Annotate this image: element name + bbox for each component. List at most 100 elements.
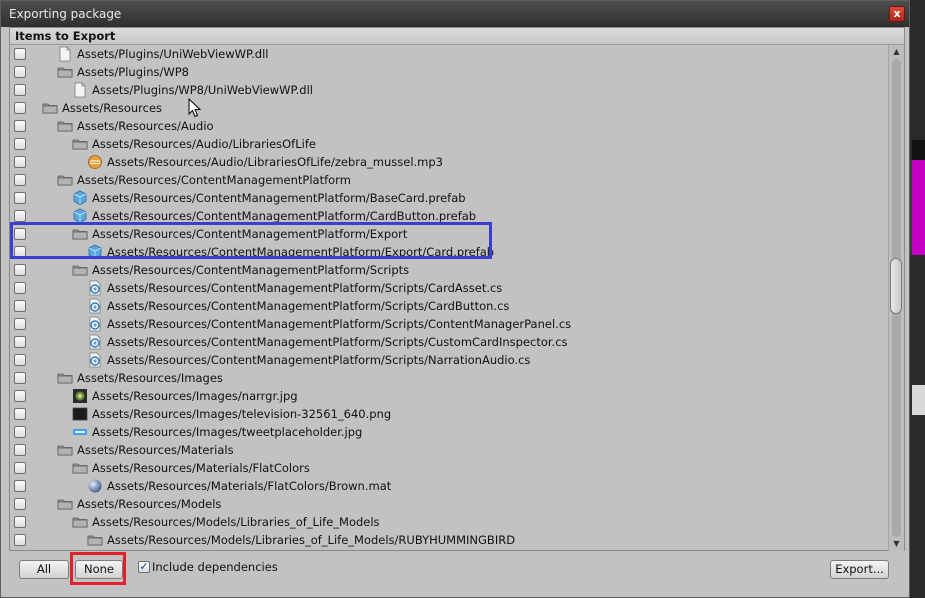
vertical-scrollbar[interactable]: ▲ ▼ bbox=[888, 45, 904, 551]
export-checkbox[interactable] bbox=[14, 480, 26, 492]
export-checkbox[interactable] bbox=[14, 516, 26, 528]
export-checkbox[interactable] bbox=[14, 426, 26, 438]
export-checkbox[interactable] bbox=[14, 444, 26, 456]
tree-row-label: Assets/Resources/Models/Libraries_of_Lif… bbox=[107, 533, 516, 547]
export-checkbox[interactable] bbox=[14, 462, 26, 474]
tree-row[interactable]: Assets/Resources/Models/Libraries_of_Lif… bbox=[10, 531, 888, 549]
export-checkbox[interactable] bbox=[14, 300, 26, 312]
export-checkbox[interactable] bbox=[14, 102, 26, 114]
export-checkbox[interactable] bbox=[14, 282, 26, 294]
export-checkbox[interactable] bbox=[14, 498, 26, 510]
export-checkbox[interactable] bbox=[14, 228, 26, 240]
svg-text:#: # bbox=[93, 287, 97, 293]
svg-text:#: # bbox=[93, 359, 97, 365]
tree-row-label: Assets/Resources/Models/Libraries_of_Lif… bbox=[92, 515, 380, 529]
tree-row-label: Assets/Resources/ContentManagementPlatfo… bbox=[107, 281, 503, 295]
close-button[interactable]: x bbox=[889, 6, 905, 22]
tree-row[interactable]: # Assets/Resources/ContentManagementPlatf… bbox=[10, 333, 888, 351]
tree-row[interactable]: Assets/Resources/Materials bbox=[10, 441, 888, 459]
export-checkbox[interactable] bbox=[14, 120, 26, 132]
export-button[interactable]: Export... bbox=[830, 560, 889, 579]
export-checkbox[interactable] bbox=[14, 354, 26, 366]
tree-row[interactable]: Assets/Resources/Models/Libraries_of_Lif… bbox=[10, 513, 888, 531]
tree-row[interactable]: Assets/Resources/Images/television-32561… bbox=[10, 405, 888, 423]
all-button[interactable]: All bbox=[19, 560, 69, 579]
tree-row[interactable]: Assets/Plugins/UniWebViewWP.dll bbox=[10, 45, 888, 63]
tree-row-label: Assets/Plugins/UniWebViewWP.dll bbox=[77, 47, 269, 61]
tree-row[interactable]: Assets/Resources/Materials/FlatColors bbox=[10, 459, 888, 477]
scroll-thumb[interactable] bbox=[890, 258, 902, 314]
folder-icon bbox=[57, 118, 73, 134]
export-checkbox[interactable] bbox=[14, 318, 26, 330]
export-checkbox[interactable] bbox=[14, 156, 26, 168]
folder-icon bbox=[57, 370, 73, 386]
background-app-magenta bbox=[910, 160, 925, 255]
tree-row-label: Assets/Resources/Models bbox=[77, 497, 222, 511]
export-checkbox[interactable] bbox=[14, 534, 26, 546]
prefab-icon bbox=[87, 244, 103, 260]
export-checkbox[interactable] bbox=[14, 246, 26, 258]
tree-row[interactable]: Assets/Resources/ContentManagementPlatfo… bbox=[10, 225, 888, 243]
tree-row-label: Assets/Resources/ContentManagementPlatfo… bbox=[92, 263, 410, 277]
tree-row-label: Assets/Resources/Images/television-32561… bbox=[92, 407, 392, 421]
export-checkbox[interactable] bbox=[14, 66, 26, 78]
tree-row[interactable]: Assets/Resources/Images/tweetplaceholder… bbox=[10, 423, 888, 441]
prefab-icon bbox=[72, 190, 88, 206]
tree-row[interactable]: # Assets/Resources/ContentManagementPlatf… bbox=[10, 315, 888, 333]
none-button[interactable]: None bbox=[75, 560, 123, 579]
export-package-dialog: Exporting package x Items to Export Asse… bbox=[0, 0, 910, 598]
tree-row[interactable]: Assets/Resources/ContentManagementPlatfo… bbox=[10, 261, 888, 279]
mouse-cursor-icon bbox=[188, 98, 202, 118]
folder-icon bbox=[72, 226, 88, 242]
tree-row[interactable]: Assets/Plugins/WP8 bbox=[10, 63, 888, 81]
tree-row[interactable]: Assets/Resources/Images bbox=[10, 369, 888, 387]
tree-row-label: Assets/Resources/Images bbox=[77, 371, 223, 385]
prefab-icon bbox=[72, 208, 88, 224]
tree-row-label: Assets/Resources/Materials bbox=[77, 443, 234, 457]
tree-row[interactable]: Assets/Resources bbox=[10, 99, 888, 117]
tree-row[interactable]: Assets/Resources/Models bbox=[10, 495, 888, 513]
tree-row[interactable]: Assets/Resources/ContentManagementPlatfo… bbox=[10, 189, 888, 207]
export-checkbox[interactable] bbox=[14, 48, 26, 60]
export-checkbox[interactable] bbox=[14, 138, 26, 150]
csharp-icon: # bbox=[87, 316, 103, 332]
file-icon bbox=[72, 82, 88, 98]
background-app-light bbox=[912, 385, 925, 415]
export-checkbox[interactable] bbox=[14, 174, 26, 186]
svg-text:#: # bbox=[93, 341, 97, 347]
csharp-icon: # bbox=[87, 352, 103, 368]
tree-row-label: Assets/Resources/Materials/FlatColors bbox=[92, 461, 310, 475]
include-dependencies-label: Include dependencies bbox=[152, 560, 278, 574]
tree-row-label: Assets/Plugins/WP8/UniWebViewWP.dll bbox=[92, 83, 313, 97]
export-checkbox[interactable] bbox=[14, 192, 26, 204]
export-checkbox[interactable] bbox=[14, 372, 26, 384]
tree-row[interactable]: # Assets/Resources/ContentManagementPlatf… bbox=[10, 351, 888, 369]
title-bar[interactable]: Exporting package x bbox=[1, 1, 909, 27]
tree-row[interactable]: Assets/Plugins/WP8/UniWebViewWP.dll bbox=[10, 81, 888, 99]
export-checkbox[interactable] bbox=[14, 210, 26, 222]
tree-row[interactable]: Assets/Resources/Audio bbox=[10, 117, 888, 135]
export-checkbox[interactable] bbox=[14, 336, 26, 348]
tree-row[interactable]: Assets/Resources/ContentManagementPlatfo… bbox=[10, 243, 888, 261]
tree-row-label: Assets/Plugins/WP8 bbox=[77, 65, 189, 79]
tree-row[interactable]: Assets/Resources/Audio/LibrariesOfLife bbox=[10, 135, 888, 153]
tree-row[interactable]: # Assets/Resources/ContentManagementPlatf… bbox=[10, 279, 888, 297]
include-dependencies-checkbox[interactable]: ✓ bbox=[138, 561, 150, 573]
tree-row[interactable]: # Assets/Resources/ContentManagementPlatf… bbox=[10, 297, 888, 315]
tree-row-label: Assets/Resources/ContentManagementPlatfo… bbox=[107, 335, 568, 349]
scroll-up-arrow-icon[interactable]: ▲ bbox=[889, 45, 904, 59]
tree-row[interactable]: Assets/Resources/Materials/FlatColors/Br… bbox=[10, 477, 888, 495]
scroll-down-arrow-icon[interactable]: ▼ bbox=[889, 537, 904, 551]
tree-row[interactable]: Assets/Resources/ContentManagementPlatfo… bbox=[10, 207, 888, 225]
export-checkbox[interactable] bbox=[14, 84, 26, 96]
export-checkbox[interactable] bbox=[14, 264, 26, 276]
items-to-export-header: Items to Export bbox=[10, 28, 904, 45]
tree-row[interactable]: Assets/Resources/ContentManagementPlatfo… bbox=[10, 171, 888, 189]
tree-row[interactable]: Assets/Resources/Audio/LibrariesOfLife/z… bbox=[10, 153, 888, 171]
folder-icon bbox=[42, 100, 58, 116]
tree-row[interactable]: Assets/Resources/Images/narrgr.jpg bbox=[10, 387, 888, 405]
tree-row-label: Assets/Resources/ContentManagementPlatfo… bbox=[107, 317, 572, 331]
tree-row-label: Assets/Resources/ContentManagementPlatfo… bbox=[92, 209, 477, 223]
export-checkbox[interactable] bbox=[14, 408, 26, 420]
export-checkbox[interactable] bbox=[14, 390, 26, 402]
